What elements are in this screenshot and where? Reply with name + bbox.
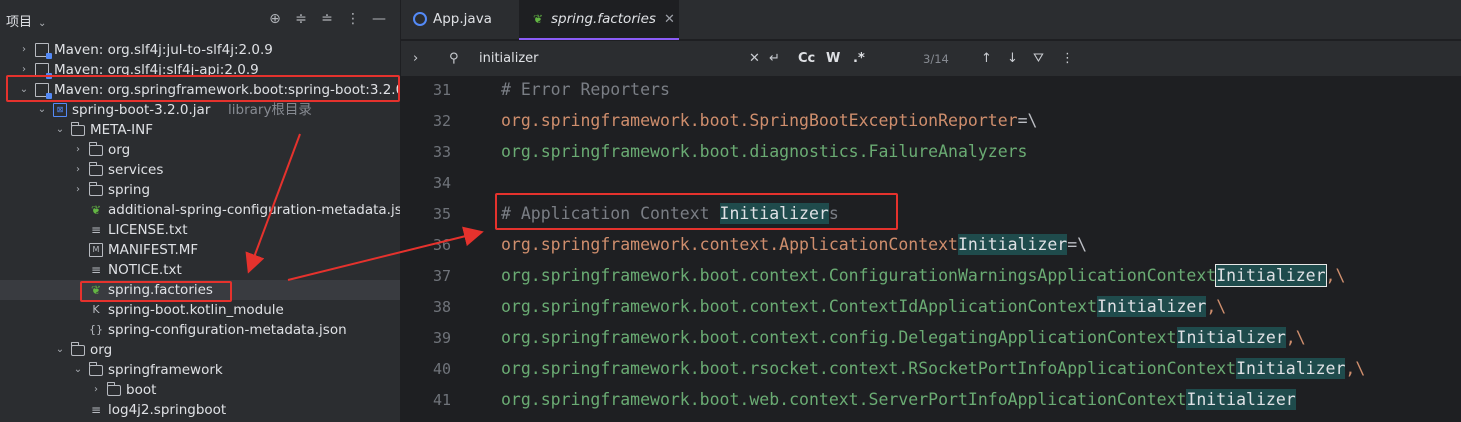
arrow-line [245, 133, 301, 274]
annotation-arrows [245, 133, 484, 281]
arrow-line [287, 226, 484, 281]
